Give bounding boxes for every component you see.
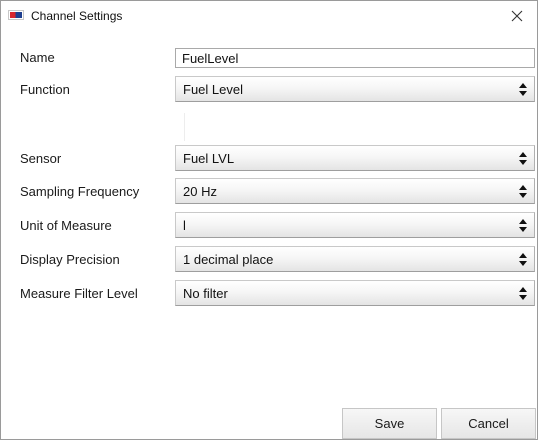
close-button[interactable] <box>497 1 537 31</box>
window-title: Channel Settings <box>31 9 123 23</box>
function-label: Function <box>20 82 70 97</box>
sampling-frequency-label: Sampling Frequency <box>20 184 140 199</box>
measure-filter-level-value: No filter <box>183 286 228 301</box>
sampling-frequency-select[interactable]: 20 Hz <box>175 178 535 204</box>
updown-arrows-icon <box>519 219 527 232</box>
name-row: Name <box>1 44 537 72</box>
display-precision-value: 1 decimal place <box>183 252 274 267</box>
sensor-row: Sensor Fuel LVL <box>1 145 537 173</box>
updown-arrows-icon <box>519 185 527 198</box>
unit-of-measure-value: l <box>183 218 186 233</box>
close-icon <box>511 10 523 22</box>
measure-filter-level-row: Measure Filter Level No filter <box>1 280 537 308</box>
updown-arrows-icon <box>519 83 527 96</box>
display-precision-row: Display Precision 1 decimal place <box>1 246 537 274</box>
unit-of-measure-select[interactable]: l <box>175 212 535 238</box>
updown-arrows-icon <box>519 152 527 165</box>
sensor-value: Fuel LVL <box>183 151 235 166</box>
unit-of-measure-row: Unit of Measure l <box>1 212 537 240</box>
updown-arrows-icon <box>519 253 527 266</box>
display-precision-label: Display Precision <box>20 252 120 267</box>
updown-arrows-icon <box>519 287 527 300</box>
sampling-frequency-row: Sampling Frequency 20 Hz <box>1 178 537 206</box>
name-label: Name <box>20 50 55 65</box>
name-input[interactable] <box>175 48 535 68</box>
display-precision-select[interactable]: 1 decimal place <box>175 246 535 272</box>
measure-filter-level-label: Measure Filter Level <box>20 286 138 301</box>
sensor-select[interactable]: Fuel LVL <box>175 145 535 171</box>
divider <box>184 113 185 141</box>
cancel-button[interactable]: Cancel <box>441 408 536 439</box>
function-select[interactable]: Fuel Level <box>175 76 535 102</box>
sampling-frequency-value: 20 Hz <box>183 184 217 199</box>
measure-filter-level-select[interactable]: No filter <box>175 280 535 306</box>
sensor-label: Sensor <box>20 151 62 166</box>
function-row: Function Fuel Level <box>1 76 537 104</box>
title-bar: Channel Settings <box>1 1 537 31</box>
unit-of-measure-label: Unit of Measure <box>20 218 112 233</box>
save-button[interactable]: Save <box>342 408 437 439</box>
channel-settings-dialog: Channel Settings Name Function Fuel Leve… <box>0 0 538 440</box>
function-value: Fuel Level <box>183 82 243 97</box>
app-logo-icon <box>8 10 24 20</box>
